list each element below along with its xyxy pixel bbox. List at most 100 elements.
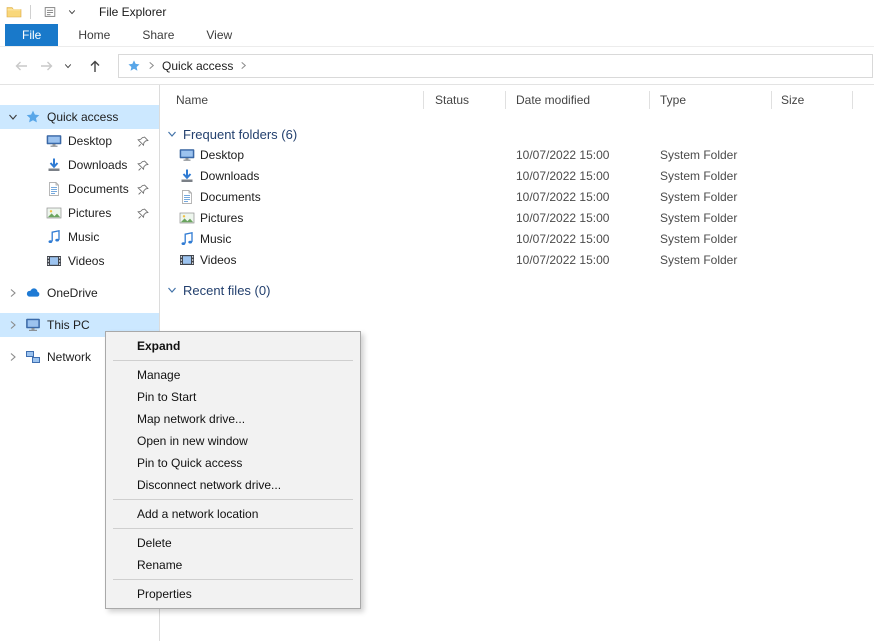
back-button[interactable] (8, 54, 34, 78)
column-separator[interactable] (852, 91, 853, 109)
expand-chevron-icon[interactable] (8, 320, 22, 330)
context-menu-item-pin-to-quick-access[interactable]: Pin to Quick access (106, 452, 360, 474)
sidebar-item-label: Music (68, 230, 99, 244)
context-menu-item-add-a-network-location[interactable]: Add a network location (106, 503, 360, 525)
tab-file[interactable]: File (5, 24, 58, 46)
file-type: System Folder (660, 148, 737, 162)
context-menu-item-expand[interactable]: Expand (106, 335, 360, 357)
pin-icon (137, 159, 150, 172)
file-type: System Folder (660, 232, 737, 246)
context-menu-item-manage[interactable]: Manage (106, 364, 360, 386)
context-menu-separator (113, 360, 353, 361)
context-menu-item-pin-to-start[interactable]: Pin to Start (106, 386, 360, 408)
onedrive-cloud-icon (25, 285, 41, 301)
group-header-recent-files[interactable]: Recent files (0) (160, 279, 874, 301)
context-menu-item-delete[interactable]: Delete (106, 532, 360, 554)
tab-view[interactable]: View (194, 24, 244, 46)
group-collapse-chevron-icon[interactable] (167, 285, 177, 295)
pictures-folder-icon (179, 210, 195, 226)
desktop-folder-icon (179, 147, 195, 163)
explorer-folder-icon (6, 4, 22, 20)
file-row-music[interactable]: Music 10/07/2022 15:00 System Folder (160, 229, 874, 250)
customize-quick-access-toolbar-chevron-icon[interactable] (61, 2, 83, 22)
file-date-modified: 10/07/2022 15:00 (516, 148, 609, 162)
context-menu-separator (113, 528, 353, 529)
group-header-label: Frequent folders (6) (183, 127, 297, 142)
sidebar-item-pictures[interactable]: Pictures (0, 201, 159, 225)
forward-button[interactable] (34, 54, 60, 78)
column-separator[interactable] (423, 91, 424, 109)
sidebar-item-label: Network (47, 350, 91, 364)
address-bar-row: Quick access (0, 47, 874, 84)
this-pc-icon (25, 317, 41, 333)
collapse-chevron-icon[interactable] (8, 112, 22, 122)
context-menu-separator (113, 579, 353, 580)
file-name: Music (200, 232, 231, 246)
address-bar[interactable]: Quick access (118, 54, 873, 78)
music-folder-icon (46, 229, 62, 245)
pictures-folder-icon (46, 205, 62, 221)
tab-share[interactable]: Share (130, 24, 186, 46)
expand-chevron-icon[interactable] (8, 288, 22, 298)
context-menu-item-map-network-drive[interactable]: Map network drive... (106, 408, 360, 430)
sidebar-item-label: Videos (68, 254, 104, 268)
desktop-folder-icon (46, 133, 62, 149)
window-title: File Explorer (99, 5, 166, 19)
context-menu-item-open-in-new-window[interactable]: Open in new window (106, 430, 360, 452)
pin-icon (137, 207, 150, 220)
quick-access-toolbar-button[interactable] (39, 2, 61, 22)
sidebar-item-onedrive[interactable]: OneDrive (0, 281, 159, 305)
column-separator[interactable] (771, 91, 772, 109)
videos-folder-icon (179, 252, 195, 268)
context-menu-item-properties[interactable]: Properties (106, 583, 360, 605)
context-menu-separator (113, 499, 353, 500)
file-date-modified: 10/07/2022 15:00 (516, 190, 609, 204)
group-collapse-chevron-icon[interactable] (167, 129, 177, 139)
column-separator[interactable] (649, 91, 650, 109)
sidebar-item-documents[interactable]: Documents (0, 177, 159, 201)
file-name: Videos (200, 253, 236, 267)
breadcrumb-chevron-icon[interactable] (239, 61, 248, 70)
downloads-folder-icon (179, 168, 195, 184)
sidebar-spacer (0, 305, 159, 313)
pin-icon (137, 135, 150, 148)
file-row-pictures[interactable]: Pictures 10/07/2022 15:00 System Folder (160, 208, 874, 229)
file-date-modified: 10/07/2022 15:00 (516, 211, 609, 225)
music-folder-icon (179, 231, 195, 247)
file-explorer-window: File Explorer File Home Share View Quick… (0, 0, 874, 641)
column-header-name[interactable]: Name (176, 93, 208, 107)
column-separator[interactable] (505, 91, 506, 109)
column-header-date-modified[interactable]: Date modified (516, 93, 590, 107)
file-row-desktop[interactable]: Desktop 10/07/2022 15:00 System Folder (160, 145, 874, 166)
column-header-size[interactable]: Size (781, 93, 804, 107)
quick-access-star-icon (25, 109, 41, 125)
sidebar-item-desktop[interactable]: Desktop (0, 129, 159, 153)
tab-home[interactable]: Home (66, 24, 122, 46)
sidebar-spacer (0, 273, 159, 281)
breadcrumb-location[interactable]: Quick access (162, 59, 233, 73)
expand-chevron-icon[interactable] (8, 352, 22, 362)
group-header-frequent-folders[interactable]: Frequent folders (6) (160, 123, 874, 145)
sidebar-item-label: OneDrive (47, 286, 98, 300)
recent-locations-chevron-icon[interactable] (60, 54, 76, 78)
file-row-downloads[interactable]: Downloads 10/07/2022 15:00 System Folder (160, 166, 874, 187)
breadcrumb-chevron-icon[interactable] (147, 61, 156, 70)
downloads-folder-icon (46, 157, 62, 173)
sidebar-item-quick-access[interactable]: Quick access (0, 105, 159, 129)
up-button[interactable] (82, 54, 108, 78)
context-menu-item-disconnect-network-drive[interactable]: Disconnect network drive... (106, 474, 360, 496)
sidebar-item-music[interactable]: Music (0, 225, 159, 249)
ribbon-tabs: File Home Share View (0, 24, 874, 47)
column-headers: Name Status Date modified Type Size (160, 85, 874, 115)
file-name: Documents (200, 190, 261, 204)
file-row-videos[interactable]: Videos 10/07/2022 15:00 System Folder (160, 250, 874, 271)
sidebar-item-label: This PC (47, 318, 90, 332)
file-row-documents[interactable]: Documents 10/07/2022 15:00 System Folder (160, 187, 874, 208)
file-type: System Folder (660, 190, 737, 204)
column-header-status[interactable]: Status (435, 93, 469, 107)
column-header-type[interactable]: Type (660, 93, 686, 107)
sidebar-item-videos[interactable]: Videos (0, 249, 159, 273)
sidebar-item-downloads[interactable]: Downloads (0, 153, 159, 177)
sidebar-item-label: Downloads (68, 158, 127, 172)
context-menu-item-rename[interactable]: Rename (106, 554, 360, 576)
